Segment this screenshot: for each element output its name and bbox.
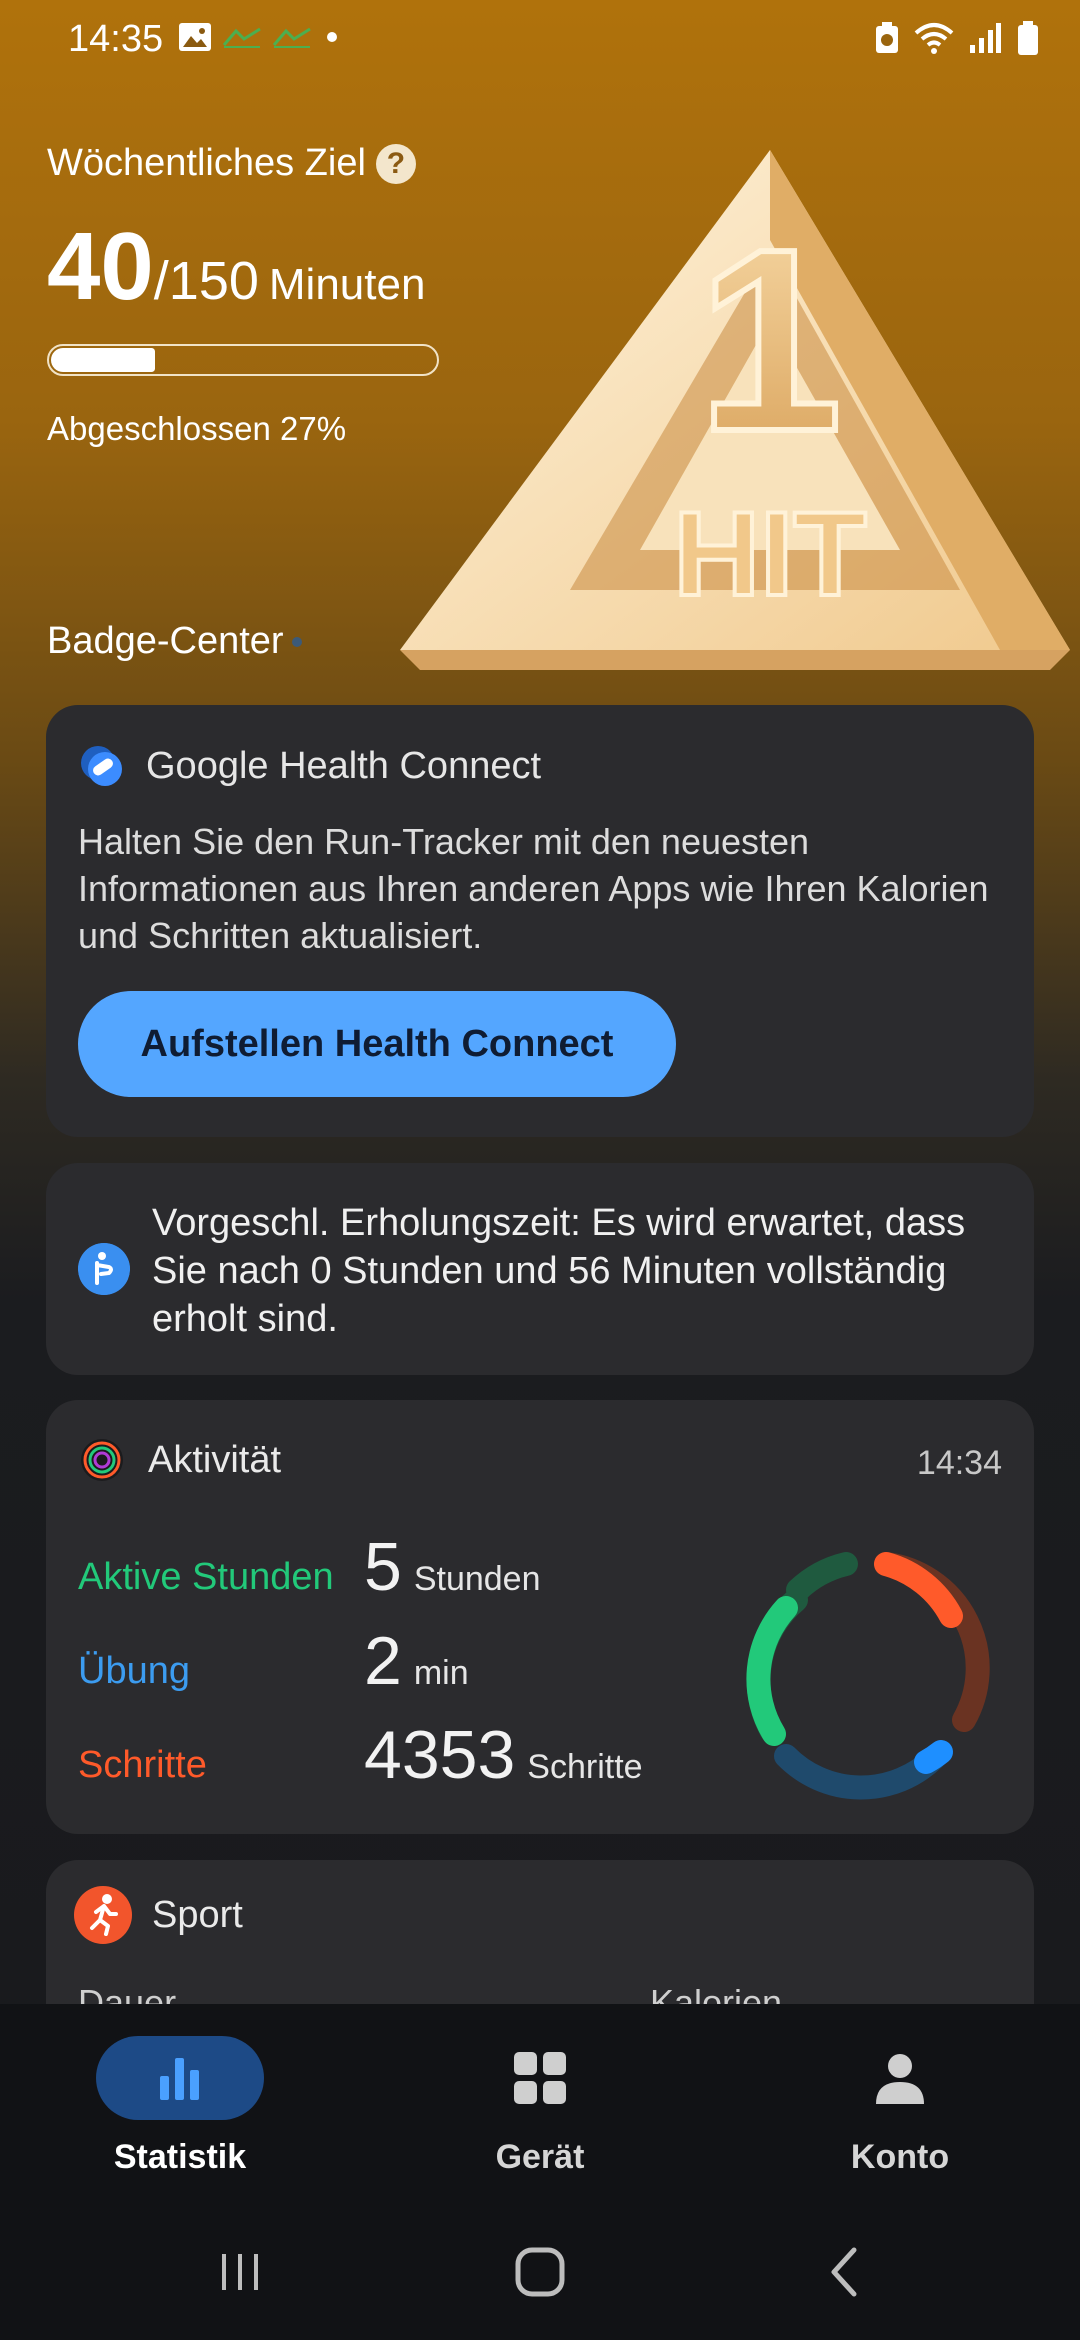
person-icon	[876, 2054, 924, 2104]
sport-title: Sport	[152, 1893, 243, 1936]
health-connect-card: Google Health Connect Halten Sie den Run…	[46, 705, 1034, 1137]
goal-current: 40	[47, 213, 154, 320]
activity-header: Aktivität	[78, 1436, 281, 1484]
active-hours-unit: Stunden	[413, 1560, 541, 1598]
route-icon	[222, 27, 261, 48]
home-icon	[515, 2247, 565, 2297]
running-icon	[74, 1886, 132, 1944]
signal-icon	[970, 23, 1001, 53]
status-bar: 14:35	[0, 0, 1080, 80]
health-connect-icon	[81, 746, 122, 786]
goal-progress-bar	[47, 344, 439, 376]
recent-apps-button[interactable]	[180, 2204, 300, 2340]
steps-unit: Schritte	[527, 1748, 643, 1786]
steps-number: 4353	[364, 1717, 516, 1793]
activity-card[interactable]: Aktivität 14:34 Aktive Stunden 5 Stunden…	[46, 1400, 1034, 1834]
route-icon	[272, 27, 311, 48]
active-hours-arc	[746, 1596, 798, 1746]
badge-number: 1	[698, 196, 843, 486]
badge-word: HIT	[673, 487, 866, 621]
steps-value: 4353 Schritte	[364, 1716, 643, 1794]
badge-center-link[interactable]: Badge-Center	[47, 620, 302, 663]
weekly-goal-label: Wöchentliches Ziel	[47, 142, 366, 184]
goal-target: /150	[153, 251, 259, 311]
sport-header: Sport	[74, 1886, 243, 1944]
activity-title: Aktivität	[148, 1438, 282, 1481]
nav-geraet-pill	[456, 2036, 624, 2120]
back-button[interactable]	[784, 2204, 904, 2340]
steps-label: Schritte	[78, 1744, 207, 1786]
exercise-label: Übung	[78, 1650, 190, 1692]
indicator-dot-icon	[291, 636, 302, 647]
system-icons	[874, 20, 1040, 56]
goal-unit: Minuten	[268, 260, 426, 309]
status-time: 14:35	[68, 18, 164, 60]
nav-konto-label: Konto	[850, 2138, 950, 2176]
health-connect-description: Halten Sie den Run-Tracker mit den neues…	[78, 821, 989, 956]
battery-saver-icon	[876, 22, 898, 53]
recovery-icon	[78, 1243, 130, 1295]
goal-completed-text: Abgeschlossen 27%	[47, 410, 347, 447]
nav-geraet[interactable]: Gerät	[360, 2004, 720, 2204]
recovery-text: Vorgeschl. Erholungszeit: Es wird erwart…	[152, 1202, 966, 1340]
goal-progress-fill	[51, 348, 155, 372]
nav-geraet-label: Gerät	[495, 2138, 585, 2176]
setup-health-connect-button[interactable]: Aufstellen Health Connect	[78, 991, 676, 1097]
nav-statistik-pill	[96, 2036, 264, 2120]
wifi-icon	[914, 23, 954, 54]
weekly-goal-title: Wöchentliches Ziel ?	[47, 142, 416, 185]
active-hours-value: 5 Stunden	[364, 1528, 541, 1606]
nav-konto[interactable]: Konto	[720, 2004, 1080, 2204]
nav-statistik-label: Statistik	[113, 2138, 247, 2176]
battery-icon	[1018, 21, 1038, 55]
exercise-unit: min	[413, 1654, 469, 1692]
home-button[interactable]	[480, 2204, 600, 2340]
nav-statistik[interactable]: Statistik	[0, 2004, 360, 2204]
bar-chart-icon	[160, 2058, 199, 2100]
exercise-track	[774, 1744, 946, 1800]
recovery-card[interactable]: Vorgeschl. Erholungszeit: Es wird erwart…	[46, 1163, 1034, 1375]
grid-icon	[514, 2052, 566, 2104]
bottom-navigation: Statistik Gerät Konto	[0, 2004, 1080, 2204]
system-navigation-bar	[0, 2204, 1080, 2340]
health-connect-title: Google Health Connect	[146, 744, 542, 787]
activity-ring-chart	[746, 1552, 990, 1800]
badge-center-label: Badge-Center	[47, 620, 284, 662]
notification-icons	[178, 22, 342, 52]
weekly-goal-value: 40 /150 Minuten	[47, 212, 425, 322]
activity-rings-icon	[81, 1439, 123, 1481]
back-icon	[831, 2247, 857, 2297]
gallery-icon	[179, 23, 211, 51]
active-hours-track-top	[786, 1552, 858, 1602]
badge-trophy-image[interactable]: 1 HIT	[400, 130, 1080, 670]
help-icon[interactable]: ?	[375, 143, 416, 184]
health-connect-header: Google Health Connect	[78, 743, 541, 789]
exercise-number: 2	[364, 1623, 402, 1699]
recent-apps-icon	[222, 2254, 258, 2290]
nav-konto-pill	[816, 2036, 984, 2120]
exercise-arc	[914, 1740, 953, 1774]
dot-icon	[327, 32, 337, 42]
activity-time: 14:34	[916, 1444, 1002, 1482]
active-hours-label: Aktive Stunden	[78, 1556, 334, 1598]
exercise-value: 2 min	[364, 1622, 469, 1700]
active-hours-number: 5	[364, 1529, 402, 1605]
steps-arc	[874, 1552, 963, 1628]
